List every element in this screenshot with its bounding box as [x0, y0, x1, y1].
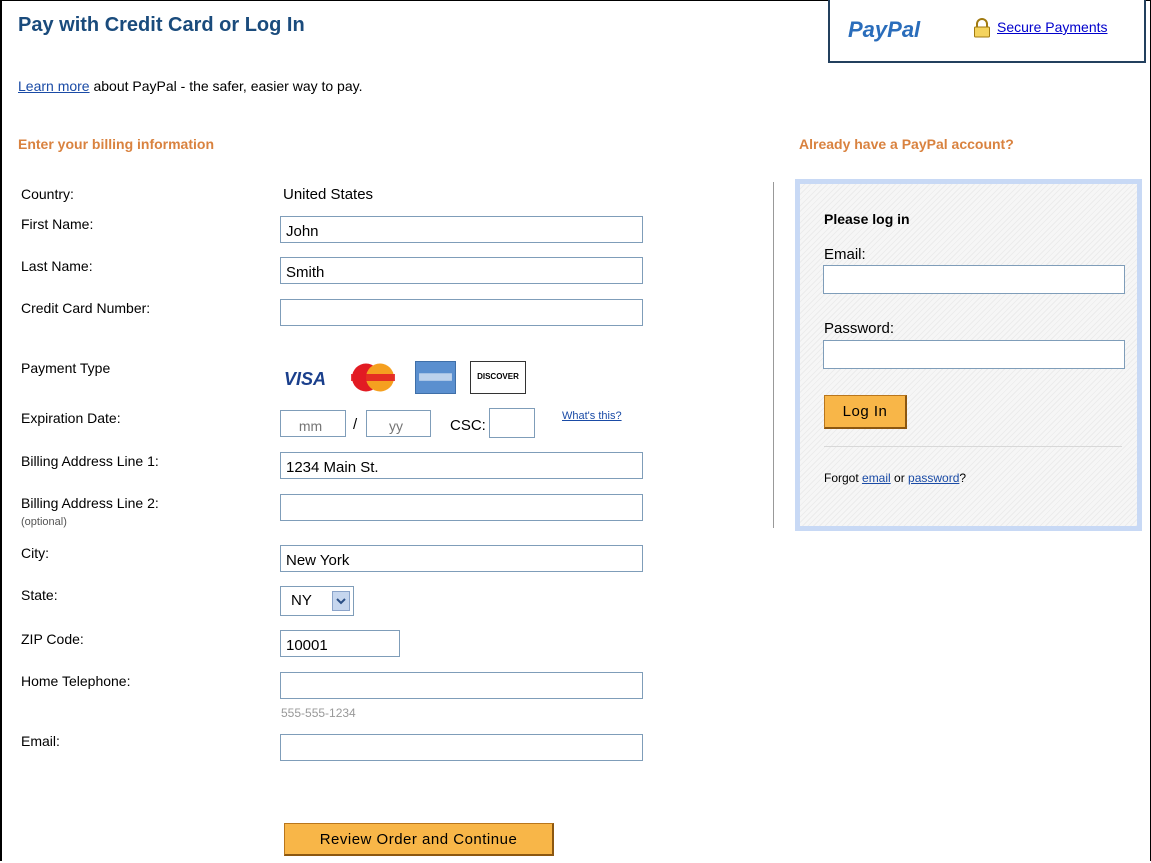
- first-name-label: First Name:: [21, 216, 94, 232]
- discover-icon: DISCOVER: [470, 361, 526, 394]
- last-name-input[interactable]: [280, 257, 643, 284]
- login-panel: Please log in Email: Password: Log In Fo…: [795, 179, 1142, 531]
- forgot-email-link[interactable]: email: [862, 471, 891, 485]
- login-email-label: Email:: [824, 246, 866, 263]
- state-label: State:: [21, 587, 58, 603]
- login-email-input[interactable]: [823, 265, 1125, 294]
- phone-input[interactable]: [280, 672, 643, 699]
- address1-label: Billing Address Line 1:: [21, 453, 159, 469]
- csc-input[interactable]: [489, 408, 535, 438]
- card-number-input[interactable]: [280, 299, 643, 326]
- mastercard-icon: [346, 361, 400, 394]
- address1-input[interactable]: [280, 452, 643, 479]
- state-select-value: NY: [291, 592, 312, 609]
- last-name-label: Last Name:: [21, 258, 93, 274]
- zip-input[interactable]: [280, 630, 400, 657]
- login-heading: Already have a PayPal account?: [799, 136, 1014, 152]
- login-title: Please log in: [824, 211, 910, 227]
- secure-payments-link[interactable]: Secure Payments: [997, 19, 1108, 35]
- country-label: Country:: [21, 186, 74, 202]
- amex-icon: [415, 361, 456, 394]
- email-label: Email:: [21, 733, 60, 749]
- address2-label: Billing Address Line 2:: [21, 495, 159, 511]
- exp-separator: /: [353, 416, 358, 433]
- phone-format-hint: 555-555-1234: [281, 706, 356, 720]
- paypal-logo: PayPal: [848, 17, 920, 43]
- lock-icon: [974, 18, 990, 38]
- chevron-down-icon[interactable]: [332, 591, 350, 611]
- login-button[interactable]: Log In: [824, 395, 907, 429]
- csc-label: CSC:: [450, 417, 486, 434]
- page-title: Pay with Credit Card or Log In: [18, 14, 305, 36]
- intro-text: Learn more about PayPal - the safer, eas…: [18, 78, 362, 94]
- forgot-suffix: ?: [959, 471, 967, 485]
- forgot-prefix: Forgot: [824, 471, 863, 485]
- city-input[interactable]: [280, 545, 643, 572]
- whats-this-link[interactable]: What's this?: [562, 410, 622, 422]
- state-select[interactable]: NY: [280, 586, 354, 616]
- learn-more-link[interactable]: Learn more: [18, 78, 90, 94]
- address2-input[interactable]: [280, 494, 643, 521]
- exp-year-input[interactable]: [366, 410, 431, 437]
- payment-type-label: Payment Type: [21, 360, 111, 376]
- review-order-button[interactable]: Review Order and Continue: [284, 823, 554, 856]
- phone-label: Home Telephone:: [21, 673, 131, 689]
- forgot-credentials-text: Forgot email or password?: [824, 471, 966, 485]
- zip-label: ZIP Code:: [21, 631, 84, 647]
- paypal-logo-text: PayPal: [848, 17, 921, 42]
- city-label: City:: [21, 545, 49, 561]
- address2-optional-note: (optional): [21, 516, 67, 528]
- expiration-label: Expiration Date:: [21, 410, 121, 426]
- visa-icon: VISA: [284, 369, 327, 389]
- card-number-label: Credit Card Number:: [21, 300, 151, 316]
- exp-month-input[interactable]: [280, 410, 346, 437]
- billing-heading: Enter your billing information: [18, 136, 214, 152]
- intro-description: about PayPal - the safer, easier way to …: [89, 78, 363, 94]
- forgot-or: or: [890, 471, 909, 485]
- login-password-input[interactable]: [823, 340, 1125, 369]
- login-password-label: Password:: [824, 320, 895, 337]
- brand-header-box: PayPal Secure Payments: [828, 0, 1146, 63]
- first-name-input[interactable]: [280, 216, 643, 243]
- column-divider: [773, 182, 774, 528]
- email-input[interactable]: [280, 734, 643, 761]
- login-divider: [824, 446, 1122, 447]
- forgot-password-link[interactable]: password: [908, 471, 959, 485]
- country-value: United States: [283, 186, 374, 203]
